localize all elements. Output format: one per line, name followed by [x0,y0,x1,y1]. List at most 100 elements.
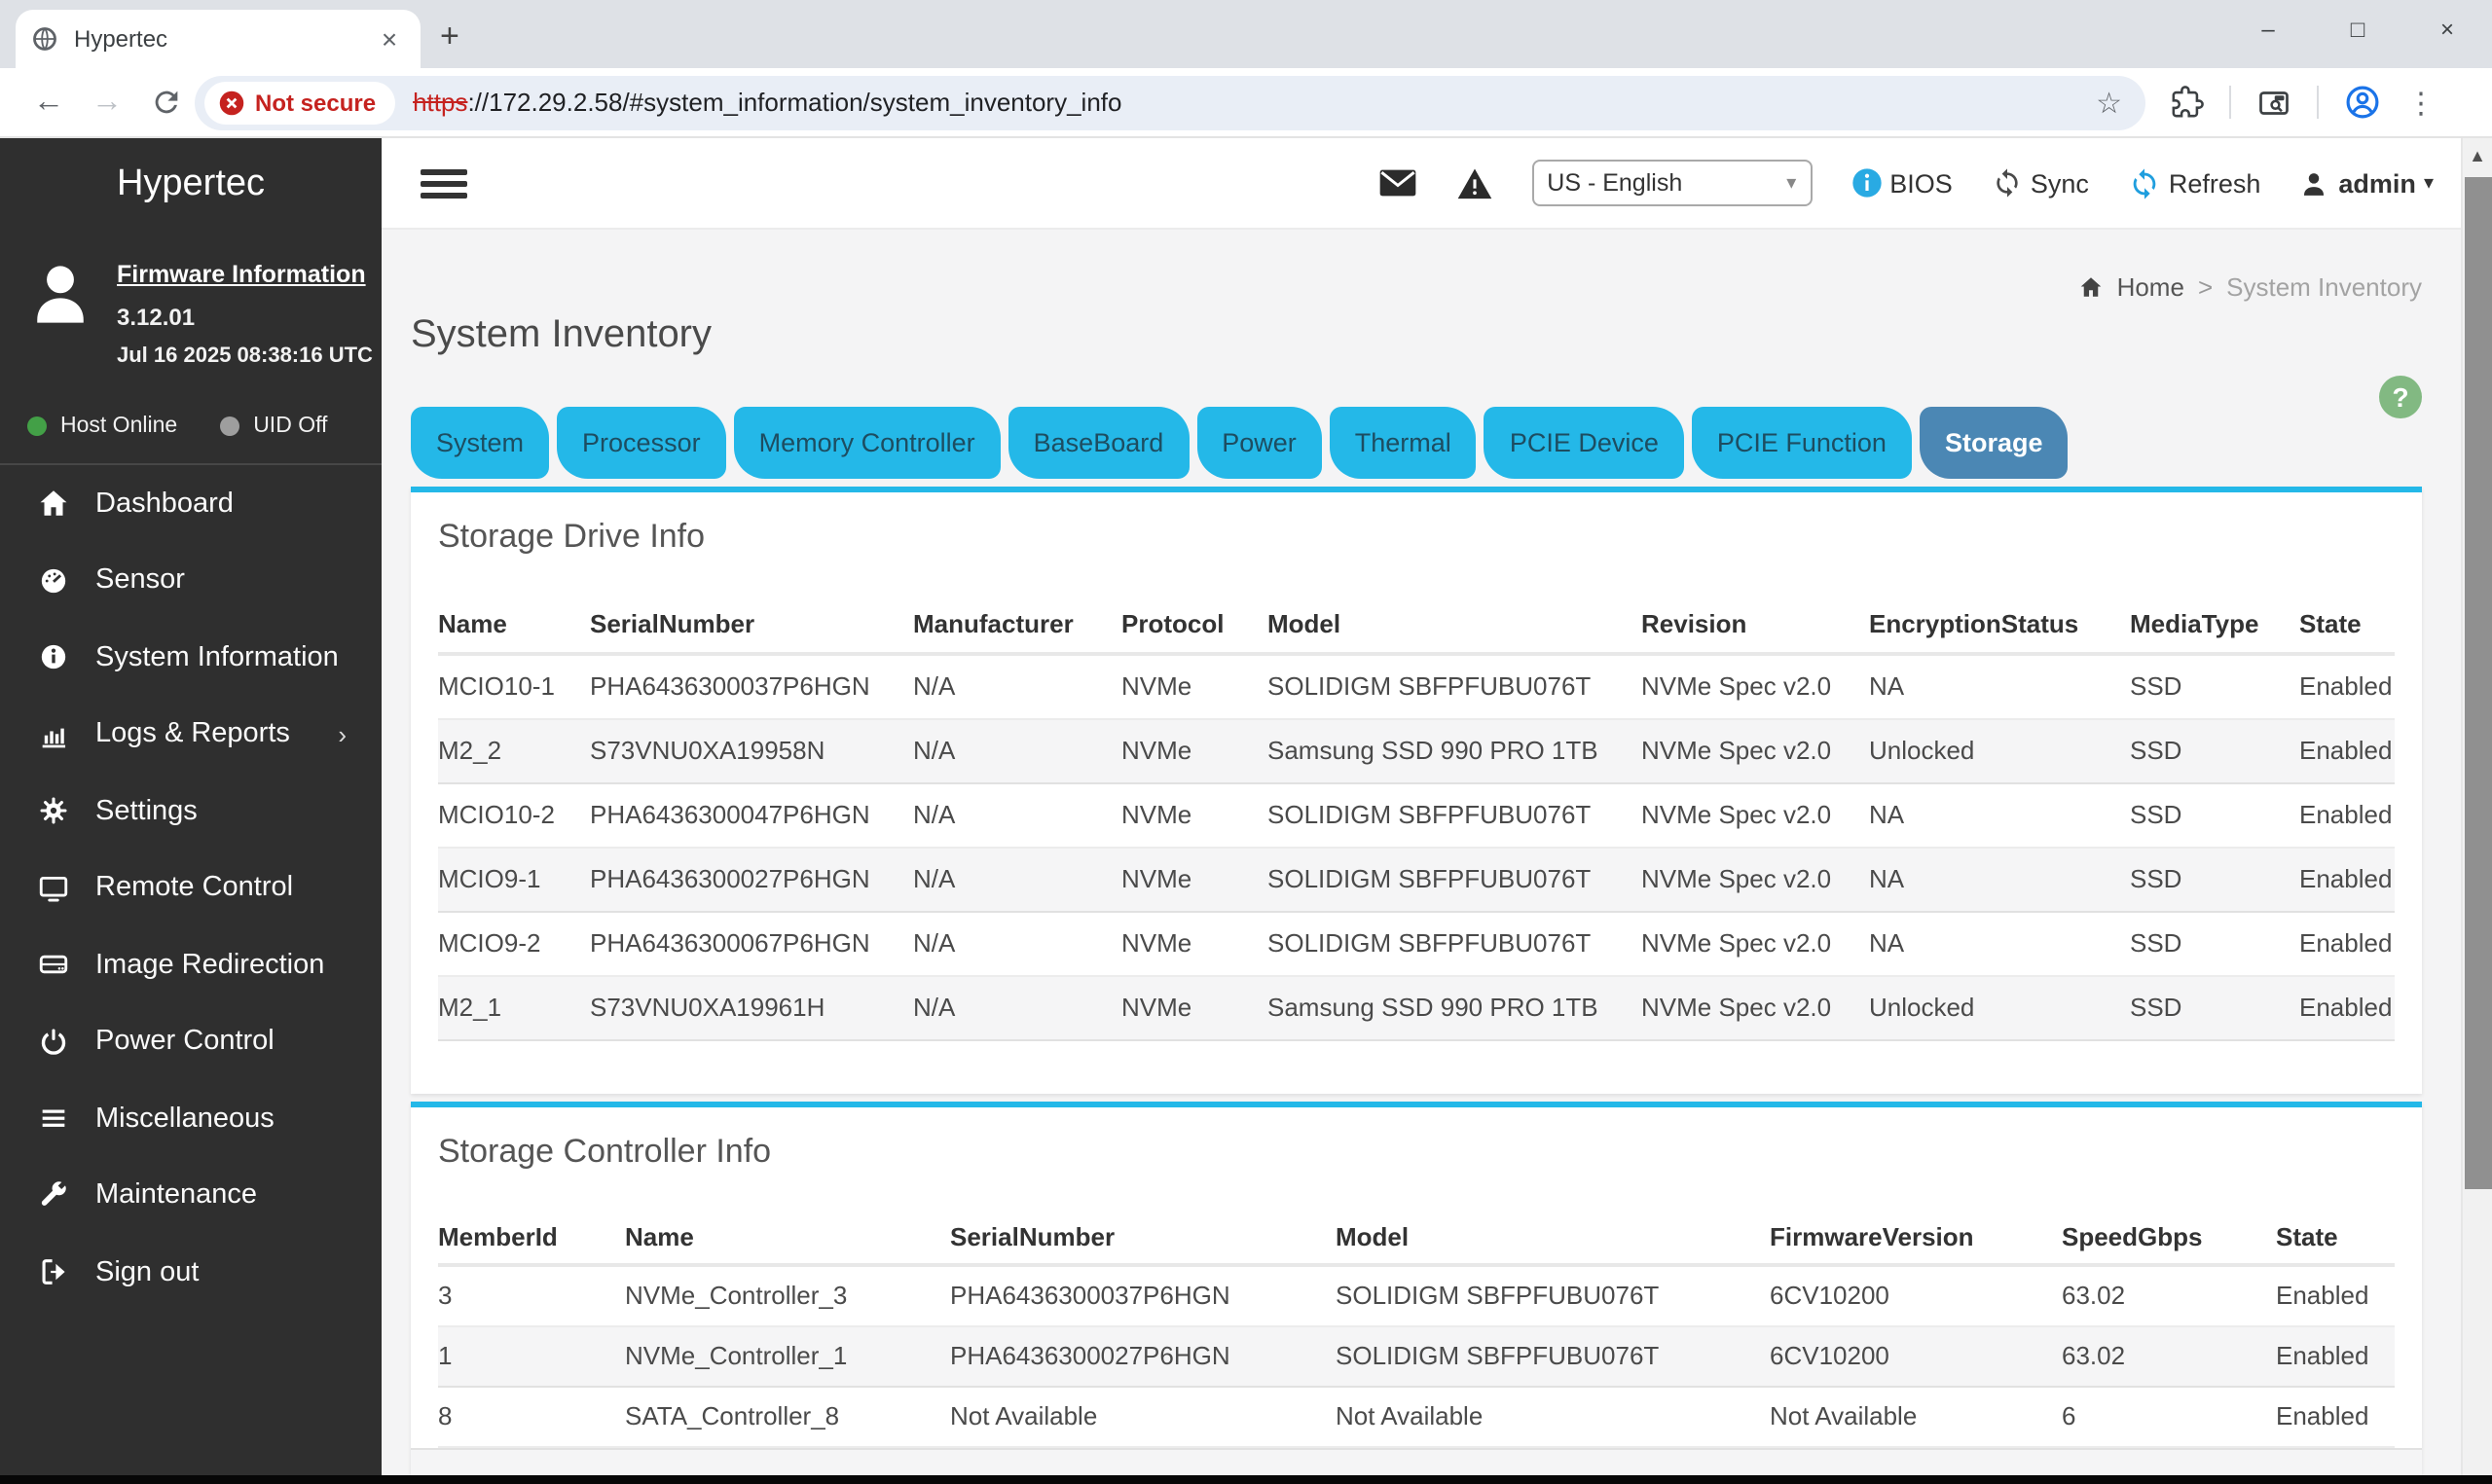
cell: 63.02 [2062,1281,2126,1311]
hamburger-menu-icon[interactable] [421,163,467,203]
url-text[interactable]: https://172.29.2.58/#system_information/… [413,88,1121,117]
tab-baseboard[interactable]: BaseBoard [1008,407,1190,479]
tab-thermal[interactable]: Thermal [1329,407,1477,479]
cell: N/A [913,864,956,893]
cell: SOLIDIGM SBFPFUBU076T [1267,864,1592,893]
breadcrumb-separator: > [2197,271,2214,301]
cell: 6CV10200 [1770,1281,1889,1311]
sidebar-item-sign-out[interactable]: Sign out [0,1234,382,1311]
tab-storage[interactable]: Storage [1919,407,2069,479]
browser-tab[interactable]: Hypertec × [16,10,421,68]
firmware-information-link[interactable]: Firmware Information [117,255,373,298]
section-title: Storage Controller Info [438,1133,772,1170]
close-icon[interactable]: × [2402,0,2492,58]
bios-button[interactable]: BIOS [1851,167,1953,199]
table-row: 1 NVMe_Controller_1 PHA6436300027P6HGN SOLI… [438,1325,2395,1386]
forward-icon[interactable]: → [78,85,136,120]
cell: Not Available [950,1401,1098,1430]
scrollbar-thumb[interactable] [2465,177,2492,1189]
cell: NVMe [1121,800,1192,829]
cell: Not Available [1336,1401,1484,1430]
bios-label: BIOS [1889,168,1953,198]
uid-status-dot [220,416,240,437]
home-icon [31,488,74,521]
table-row: 3 NVMe_Controller_3 PHA6436300037P6HGN SOLI… [438,1265,2395,1325]
cell: M2_2 [438,736,502,765]
browser-menu-icon[interactable]: ⋮ [2406,85,2436,120]
cell: MCIO10-1 [438,671,555,702]
tab-processor[interactable]: Processor [557,407,726,479]
tab-close-icon[interactable]: × [374,23,405,54]
bookmark-star-icon[interactable]: ☆ [2096,85,2122,120]
cell: Enabled [2276,1401,2369,1430]
tab-memory-controller[interactable]: Memory Controller [733,407,1001,479]
column-header: SpeedGbps [2062,1209,2276,1267]
tab-title: Hypertec [74,25,168,53]
tab-power[interactable]: Power [1196,407,1322,479]
column-header: EncryptionStatus [1869,594,2130,656]
language-select[interactable]: US - English ▾ [1531,160,1813,206]
vertical-scrollbar[interactable]: ▲ [2461,138,2492,1484]
cell: N/A [913,671,956,702]
tab-system[interactable]: System [411,407,550,479]
not-secure-badge[interactable]: Not secure [204,81,396,124]
sidebar-item-system-information[interactable]: System Information [0,619,382,696]
table-header-row: Name SerialNumber Manufacturer Protocol Mode… [438,594,2395,656]
sidebar-item-maintenance[interactable]: Maintenance [0,1157,382,1234]
tab-pcie-function[interactable]: PCIE Function [1691,407,1912,479]
cell: MCIO10-2 [438,800,555,829]
app-header: US - English ▾ BIOS Sync Refresh admin ▾ [382,138,2461,230]
sidebar-item-image-redirection[interactable]: Image Redirection [0,926,382,1003]
reload-icon[interactable] [136,86,195,119]
help-icon[interactable]: ? [2379,376,2422,418]
cell: SOLIDIGM SBFPFUBU076T [1267,800,1592,829]
cell: NVMe [1121,864,1192,893]
address-bar[interactable]: Not secure https://172.29.2.58/#system_i… [195,75,2145,129]
sidebar-item-sensor[interactable]: Sensor [0,542,382,619]
sync-button[interactable]: Sync [1992,167,2089,199]
user-menu[interactable]: admin ▾ [2299,168,2434,198]
cell: Unlocked [1869,736,1975,765]
bar-chart-icon [31,718,74,751]
sync-label: Sync [2030,168,2089,198]
column-header: Manufacturer [913,594,1121,656]
info-circle-icon [1851,168,1881,198]
cell: SSD [2130,671,2182,702]
sidebar-item-settings[interactable]: Settings [0,773,382,850]
mail-icon[interactable] [1377,167,1416,199]
sidebar-item-remote-control[interactable]: Remote Control [0,850,382,926]
warning-icon[interactable] [1455,166,1492,199]
host-status-dot [27,416,47,437]
cell: S73VNU0XA19961H [590,993,825,1022]
refresh-icon [2133,167,2156,199]
cell: 6 [2062,1401,2076,1430]
sidebar-item-miscellaneous[interactable]: Miscellaneous [0,1080,382,1157]
sidebar-item-power-control[interactable]: Power Control [0,1003,382,1080]
extensions-icon[interactable] [2171,86,2204,119]
scroll-up-icon[interactable]: ▲ [2463,146,2492,165]
sidebar-item-dashboard[interactable]: Dashboard [0,465,382,542]
refresh-button[interactable]: Refresh [2128,166,2260,199]
cell: N/A [913,993,956,1022]
back-icon[interactable]: ← [19,85,78,120]
cell: SSD [2130,864,2182,893]
sidebar-item-logs-reports[interactable]: Logs & Reports › [0,696,382,773]
maximize-icon[interactable]: □ [2313,0,2402,58]
side-panel-search-icon[interactable] [2256,85,2291,120]
firmware-version: 3.12.01 [117,303,196,331]
breadcrumb-home[interactable]: Home [2117,271,2184,301]
cell: Enabled [2299,993,2393,1022]
new-tab-button[interactable]: + [440,18,459,68]
minimize-icon[interactable]: – [2223,0,2313,58]
profile-icon[interactable] [2344,84,2381,121]
tab-pcie-device[interactable]: PCIE Device [1484,407,1684,479]
breadcrumb: Home > System Inventory [411,269,2422,304]
table-row: MCIO9-1 PHA6436300027P6HGN N/A NVMe SOLIDIGM… [438,847,2395,911]
cell: Enabled [2276,1341,2369,1370]
cell: NVMe Spec v2.0 [1641,928,1832,958]
cell: PHA6436300027P6HGN [950,1341,1230,1370]
inventory-table: MemberId Name SerialNumber Model FirmwareVer… [438,1209,2395,1447]
cell: N/A [913,928,956,958]
cell: NVMe Spec v2.0 [1641,864,1832,893]
cell: SSD [2130,928,2182,958]
